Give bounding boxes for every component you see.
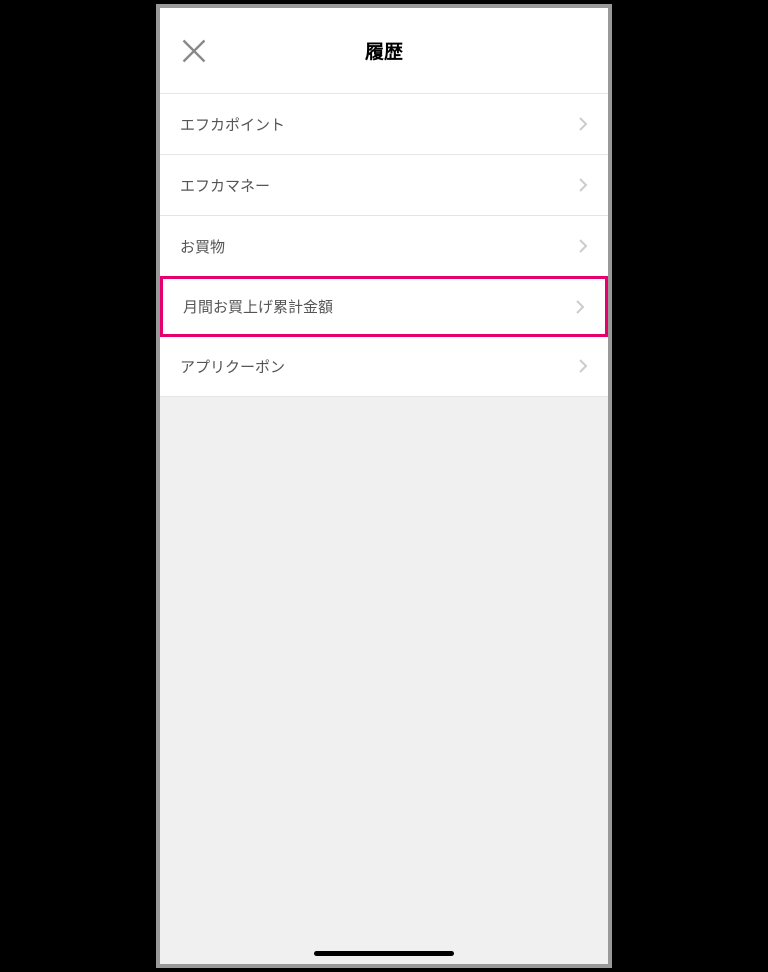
home-indicator[interactable]: [314, 951, 454, 956]
list-item-label: エフカポイント: [180, 114, 285, 135]
list-item-monthly-total[interactable]: 月間お買上げ累計金額: [160, 276, 608, 337]
page-title: 履歴: [365, 37, 403, 64]
list-item-app-coupon[interactable]: アプリクーポン: [160, 336, 608, 397]
list-item-shopping[interactable]: お買物: [160, 216, 608, 277]
list-item-label: 月間お買上げ累計金額: [183, 296, 333, 317]
list-item-efuka-point[interactable]: エフカポイント: [160, 94, 608, 155]
close-icon: [180, 37, 208, 65]
phone-frame: 履歴 エフカポイント エフカマネー お買物 月間お買上げ累計金額: [156, 4, 612, 968]
chevron-right-icon: [578, 358, 588, 374]
history-list: エフカポイント エフカマネー お買物 月間お買上げ累計金額 アプリクーポン: [160, 94, 608, 397]
chevron-right-icon: [578, 238, 588, 254]
close-button[interactable]: [180, 37, 208, 65]
list-item-label: お買物: [180, 236, 225, 257]
header: 履歴: [160, 8, 608, 94]
list-item-label: エフカマネー: [180, 175, 270, 196]
chevron-right-icon: [575, 299, 585, 315]
chevron-right-icon: [578, 177, 588, 193]
list-item-efuka-money[interactable]: エフカマネー: [160, 155, 608, 216]
list-item-label: アプリクーポン: [180, 356, 285, 377]
chevron-right-icon: [578, 116, 588, 132]
